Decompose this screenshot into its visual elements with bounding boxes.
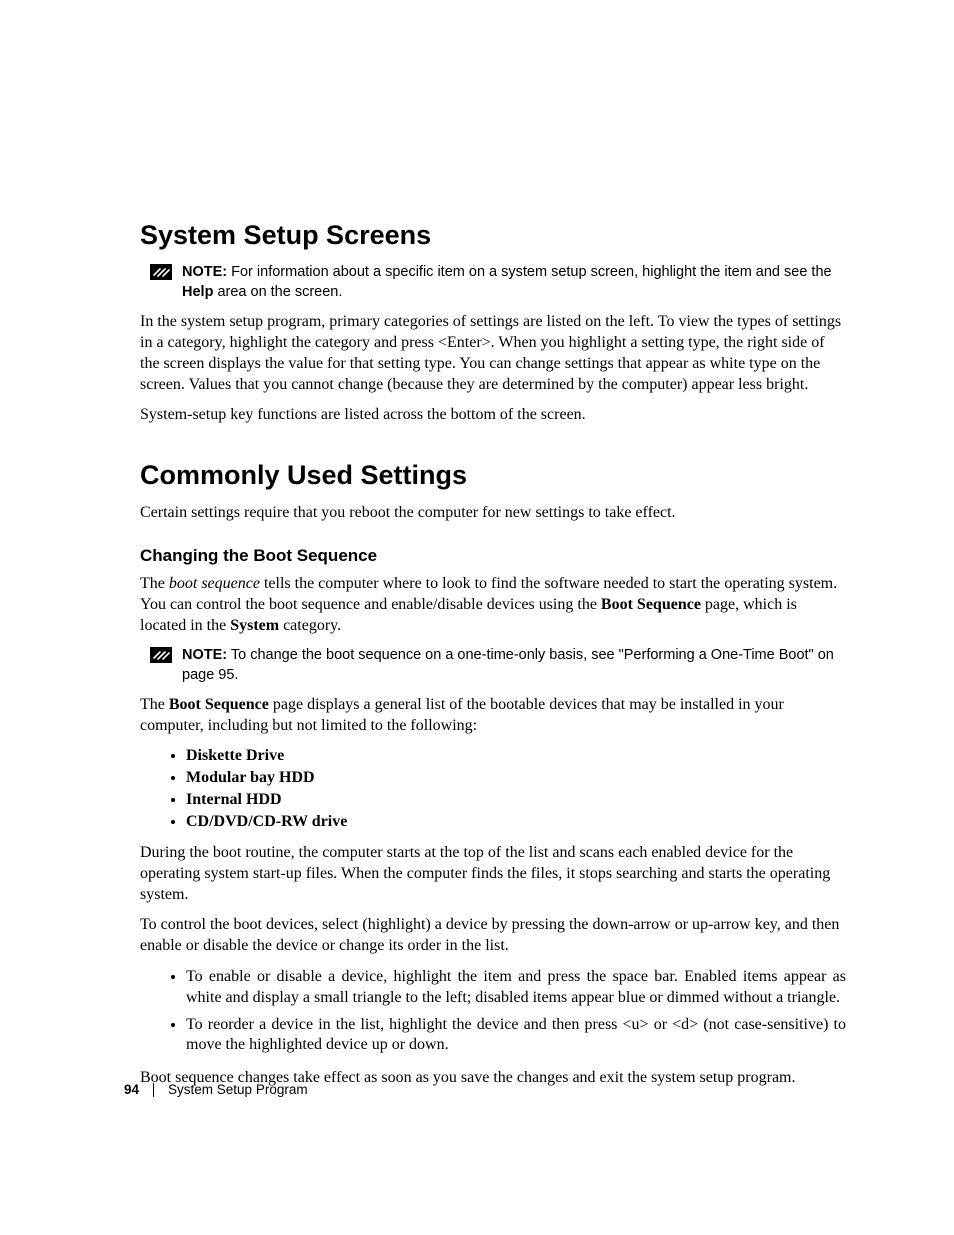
- page-footer: 94 System Setup Program: [124, 1082, 308, 1097]
- paragraph: Certain settings require that you reboot…: [140, 503, 846, 524]
- paragraph: System-setup key functions are listed ac…: [140, 405, 846, 426]
- list-item: To reorder a device in the list, highlig…: [186, 1015, 846, 1057]
- page-number: 94: [124, 1082, 139, 1097]
- note-block-1: NOTE: For information about a specific i…: [150, 263, 846, 302]
- note-text-2: NOTE: To change the boot sequence on a o…: [182, 646, 846, 685]
- note-block-2: NOTE: To change the boot sequence on a o…: [150, 646, 846, 685]
- page-content: System Setup Screens NOTE: For informati…: [0, 0, 954, 1089]
- footer-separator: [153, 1083, 154, 1097]
- paragraph: In the system setup program, primary cat…: [140, 312, 846, 395]
- list-item: To enable or disable a device, highlight…: [186, 967, 846, 1009]
- footer-title: System Setup Program: [168, 1082, 308, 1097]
- heading-commonly-used-settings: Commonly Used Settings: [140, 460, 846, 491]
- note-icon: [150, 647, 172, 663]
- device-list: Diskette Drive Modular bay HDD Internal …: [140, 747, 846, 831]
- paragraph: The Boot Sequence page displays a genera…: [140, 695, 846, 737]
- paragraph: The boot sequence tells the computer whe…: [140, 574, 846, 636]
- list-item: CD/DVD/CD-RW drive: [186, 813, 846, 831]
- subheading-changing-boot-sequence: Changing the Boot Sequence: [140, 546, 846, 566]
- paragraph: During the boot routine, the computer st…: [140, 843, 846, 905]
- paragraph: To control the boot devices, select (hig…: [140, 915, 846, 957]
- instruction-list: To enable or disable a device, highlight…: [140, 967, 846, 1056]
- note-icon: [150, 264, 172, 280]
- list-item: Internal HDD: [186, 791, 846, 809]
- note-text-1: NOTE: For information about a specific i…: [182, 263, 846, 302]
- list-item: Diskette Drive: [186, 747, 846, 765]
- heading-system-setup-screens: System Setup Screens: [140, 220, 846, 251]
- list-item: Modular bay HDD: [186, 769, 846, 787]
